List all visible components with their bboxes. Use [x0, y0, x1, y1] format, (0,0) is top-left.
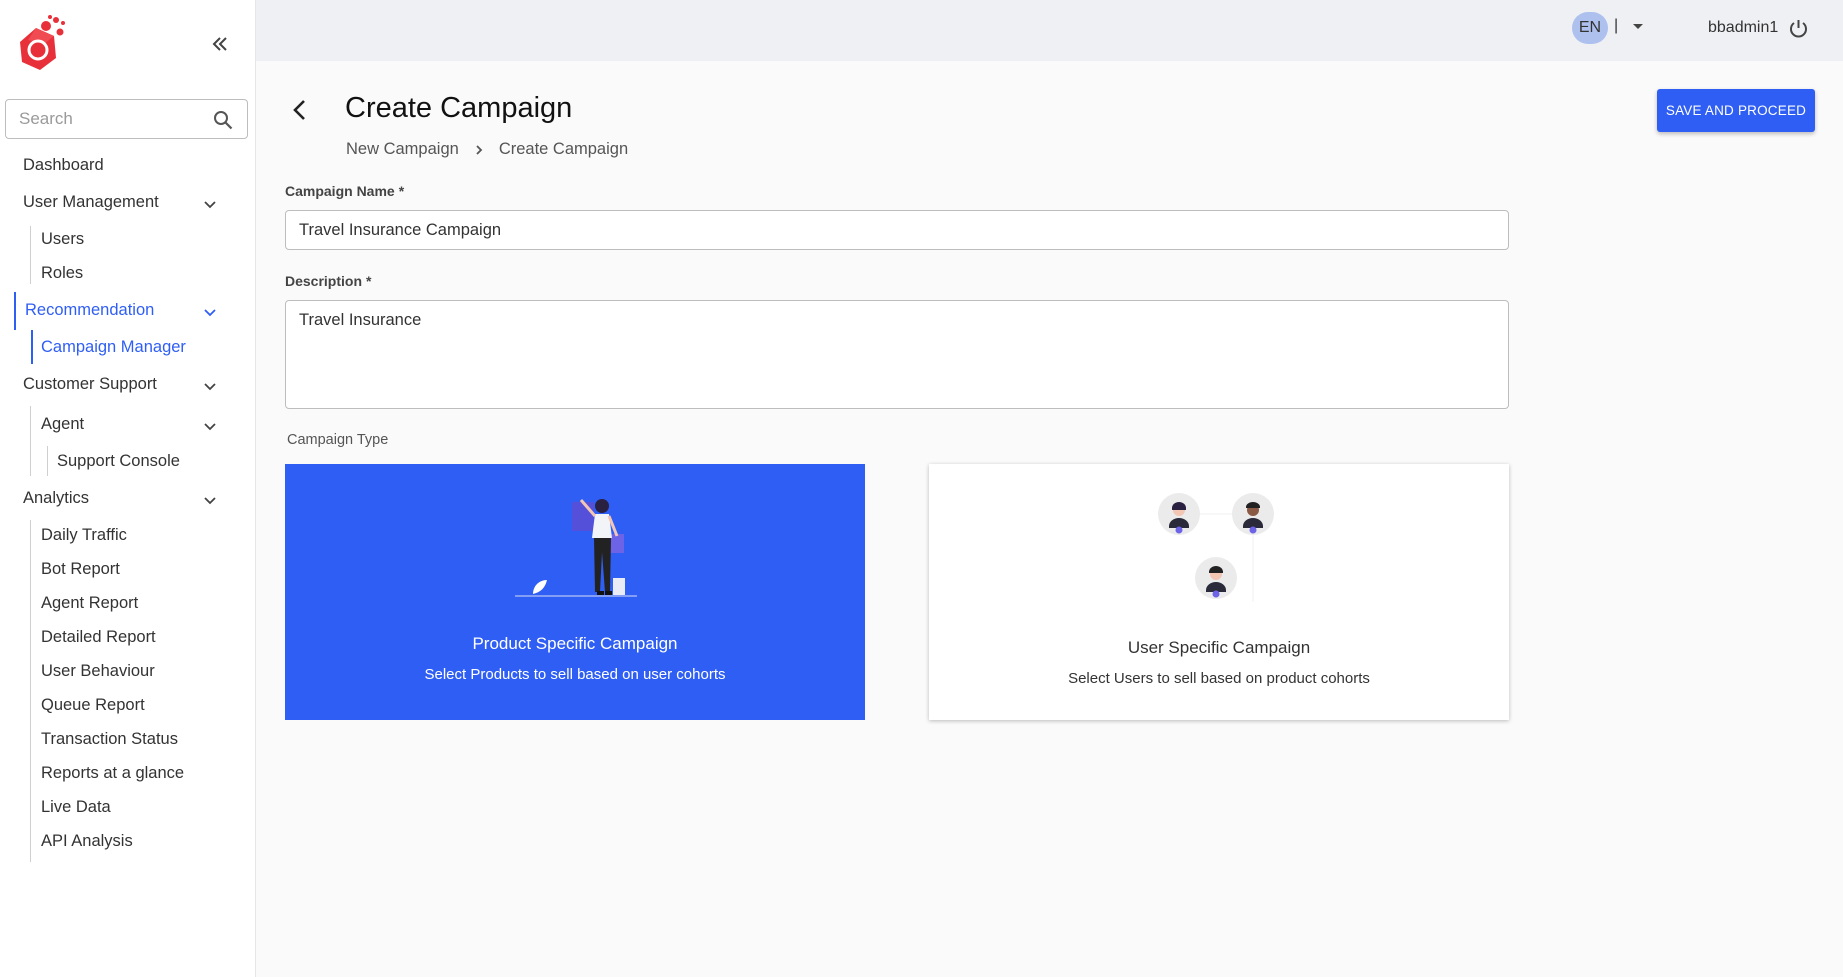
card-description: Select Products to sell based on user co… — [424, 666, 726, 683]
language-separator: | — [1614, 17, 1619, 34]
sidebar-item-analytics[interactable]: Analytics — [23, 489, 89, 508]
sidebar-item-live-data[interactable]: Live Data — [41, 798, 111, 817]
campaign-name-input[interactable] — [285, 210, 1509, 250]
back-arrow-icon[interactable] — [289, 98, 311, 122]
search-input[interactable] — [6, 100, 196, 138]
user-specific-campaign-card[interactable]: User Specific Campaign Select Users to s… — [929, 464, 1509, 720]
save-and-proceed-button[interactable]: SAVE AND PROCEED — [1657, 89, 1815, 132]
required-mark: * — [398, 183, 405, 199]
sidebar-item-campaign-manager[interactable]: Campaign Manager — [41, 338, 186, 357]
language-dropdown-caret-icon[interactable] — [1633, 24, 1643, 29]
chevron-down-icon[interactable] — [202, 418, 218, 434]
description-label: Description * — [285, 273, 372, 289]
chevron-right-icon — [476, 144, 483, 155]
sidebar-item-recommendation[interactable]: Recommendation — [25, 301, 154, 320]
chevron-down-icon[interactable] — [202, 196, 218, 212]
tree-line-active — [31, 330, 33, 364]
user-cohort-illustration — [1158, 493, 1274, 602]
required-mark: * — [366, 273, 372, 289]
brand-logo[interactable] — [14, 14, 68, 74]
sidebar-item-daily-traffic[interactable]: Daily Traffic — [41, 526, 127, 545]
shopping-woman-illustration — [515, 499, 637, 597]
sidebar-item-queue-report[interactable]: Queue Report — [41, 696, 145, 715]
user-name: bbadmin1 — [1708, 19, 1779, 36]
campaign-type-label: Campaign Type — [287, 432, 389, 448]
page-title: Create Campaign — [345, 92, 573, 124]
sidebar-item-api-analysis[interactable]: API Analysis — [41, 832, 133, 851]
language-badge[interactable]: EN — [1572, 12, 1608, 44]
sidebar-item-detailed-report[interactable]: Detailed Report — [41, 628, 156, 647]
tree-line — [30, 226, 31, 284]
sidebar-item-user-management[interactable]: User Management — [23, 193, 159, 212]
card-title: Product Specific Campaign — [472, 634, 678, 653]
sidebar-item-bot-report[interactable]: Bot Report — [41, 560, 120, 579]
card-description: Select Users to sell based on product co… — [1068, 670, 1370, 687]
sidebar-item-users[interactable]: Users — [41, 230, 84, 249]
sidebar: Dashboard User Management Users Roles Re… — [0, 0, 256, 977]
search-icon[interactable] — [213, 110, 233, 130]
sidebar-item-dashboard[interactable]: Dashboard — [23, 156, 104, 175]
chevron-down-icon[interactable] — [202, 304, 218, 320]
collapse-sidebar-icon[interactable] — [208, 32, 232, 56]
sidebar-item-user-behaviour[interactable]: User Behaviour — [41, 662, 155, 681]
chevron-down-icon[interactable] — [202, 492, 218, 508]
card-title: User Specific Campaign — [1127, 638, 1311, 657]
sidebar-item-agent[interactable]: Agent — [41, 415, 84, 434]
sidebar-item-agent-report[interactable]: Agent Report — [41, 594, 138, 613]
tree-line — [47, 446, 48, 476]
description-textarea[interactable]: Travel Insurance — [285, 300, 1509, 409]
sidebar-item-customer-support[interactable]: Customer Support — [23, 375, 157, 394]
tree-line — [30, 406, 31, 476]
sidebar-item-support-console[interactable]: Support Console — [57, 452, 180, 471]
product-specific-campaign-card[interactable]: Product Specific Campaign Select Product… — [285, 464, 865, 720]
sidebar-item-transaction-status[interactable]: Transaction Status — [41, 730, 178, 749]
sidebar-search — [5, 99, 248, 139]
breadcrumb-item-new-campaign[interactable]: New Campaign — [346, 140, 459, 159]
campaign-name-label: Campaign Name * — [285, 183, 405, 199]
sidebar-item-reports-at-a-glance[interactable]: Reports at a glance — [41, 764, 184, 783]
breadcrumb: New Campaign Create Campaign — [346, 140, 628, 159]
breadcrumb-item-create-campaign: Create Campaign — [498, 140, 629, 158]
sidebar-item-roles[interactable]: Roles — [41, 264, 83, 283]
tree-line-active — [14, 292, 16, 330]
power-icon[interactable] — [1788, 18, 1809, 39]
tree-line — [30, 520, 31, 862]
chevron-down-icon[interactable] — [202, 378, 218, 394]
